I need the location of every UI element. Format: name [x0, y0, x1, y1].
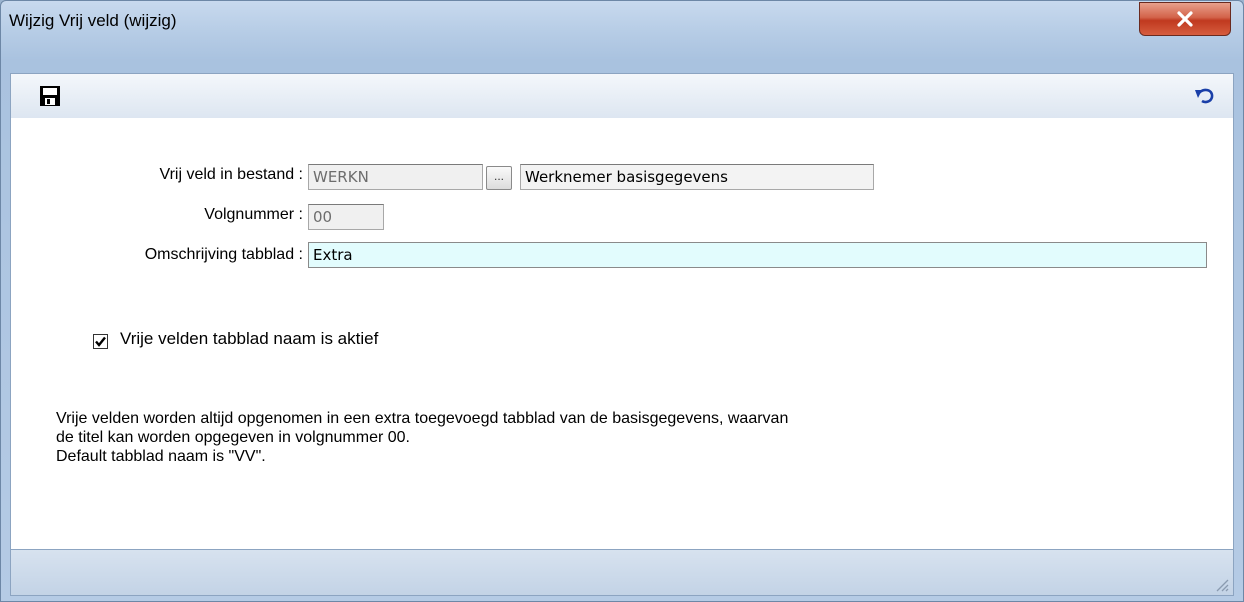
checkmark-icon [95, 336, 106, 347]
file-lookup-button[interactable]: ... [486, 166, 512, 190]
save-button[interactable] [39, 85, 61, 107]
seq-field[interactable]: 00 [308, 204, 384, 230]
toolbar [10, 73, 1234, 119]
undo-button[interactable] [1193, 86, 1217, 108]
status-bar [10, 549, 1234, 596]
file-description-field: Werknemer basisgegevens [520, 164, 874, 190]
tab-desc-input[interactable]: Extra [308, 242, 1207, 268]
file-code-field[interactable]: WERKN [308, 164, 483, 190]
undo-arrow-icon [1195, 88, 1214, 104]
info-line-1: Vrije velden worden altijd opgenomen in … [56, 410, 789, 427]
tab-active-checkbox[interactable] [93, 334, 108, 349]
seq-label: Volgnummer : [204, 206, 303, 223]
close-icon [1177, 11, 1193, 27]
resize-grip-icon[interactable] [1213, 576, 1229, 592]
form-panel: Vrij veld in bestand : WERKN ... Werknem… [10, 118, 1234, 550]
file-label: Vrij veld in bestand : [159, 166, 303, 183]
floppy-disk-icon [40, 86, 60, 106]
info-line-2: de titel kan worden opgegeven in volgnum… [56, 429, 410, 446]
close-button[interactable] [1139, 2, 1231, 36]
info-line-3: Default tabblad naam is "VV". [56, 448, 266, 465]
dialog-window: Wijzig Vrij veld (wijzig) Vrij veld in b… [0, 0, 1244, 602]
window-title: Wijzig Vrij veld (wijzig) [9, 11, 177, 30]
tab-active-checkbox-label[interactable]: Vrije velden tabblad naam is aktief [120, 329, 378, 349]
tab-desc-label: Omschrijving tabblad : [144, 246, 303, 263]
